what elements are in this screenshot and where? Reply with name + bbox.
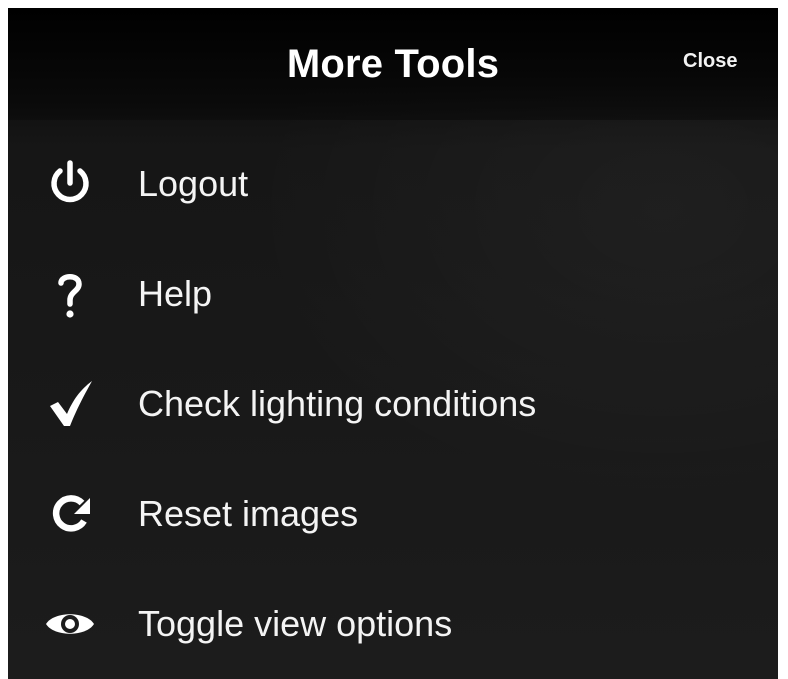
menu-item-logout[interactable]: Logout (8, 136, 778, 232)
close-button[interactable]: Close (683, 48, 737, 74)
menu-item-label: Help (138, 273, 213, 314)
menu-item-label: Check lighting conditions (138, 383, 537, 424)
menu-item-label: Logout (138, 163, 249, 204)
more-tools-panel: More Tools Close Logout Help Check light… (8, 8, 778, 679)
page-title: More Tools (286, 42, 500, 86)
screen-frame: More Tools Close Logout Help Check light… (0, 0, 788, 679)
question-icon (42, 266, 98, 322)
refresh-icon (42, 486, 98, 542)
menu-item-toggle-view[interactable]: Toggle view options (8, 576, 778, 672)
menu-item-label: Toggle view options (138, 603, 453, 644)
menu-item-label: Reset images (138, 493, 359, 534)
menu-item-check-lighting[interactable]: Check lighting conditions (8, 356, 778, 452)
checkmark-icon (42, 376, 98, 432)
eye-icon (42, 596, 98, 652)
power-icon (42, 156, 98, 212)
menu-item-reset-images[interactable]: Reset images (8, 466, 778, 562)
menu-item-help[interactable]: Help (8, 246, 778, 342)
panel-header: More Tools Close (8, 8, 778, 120)
